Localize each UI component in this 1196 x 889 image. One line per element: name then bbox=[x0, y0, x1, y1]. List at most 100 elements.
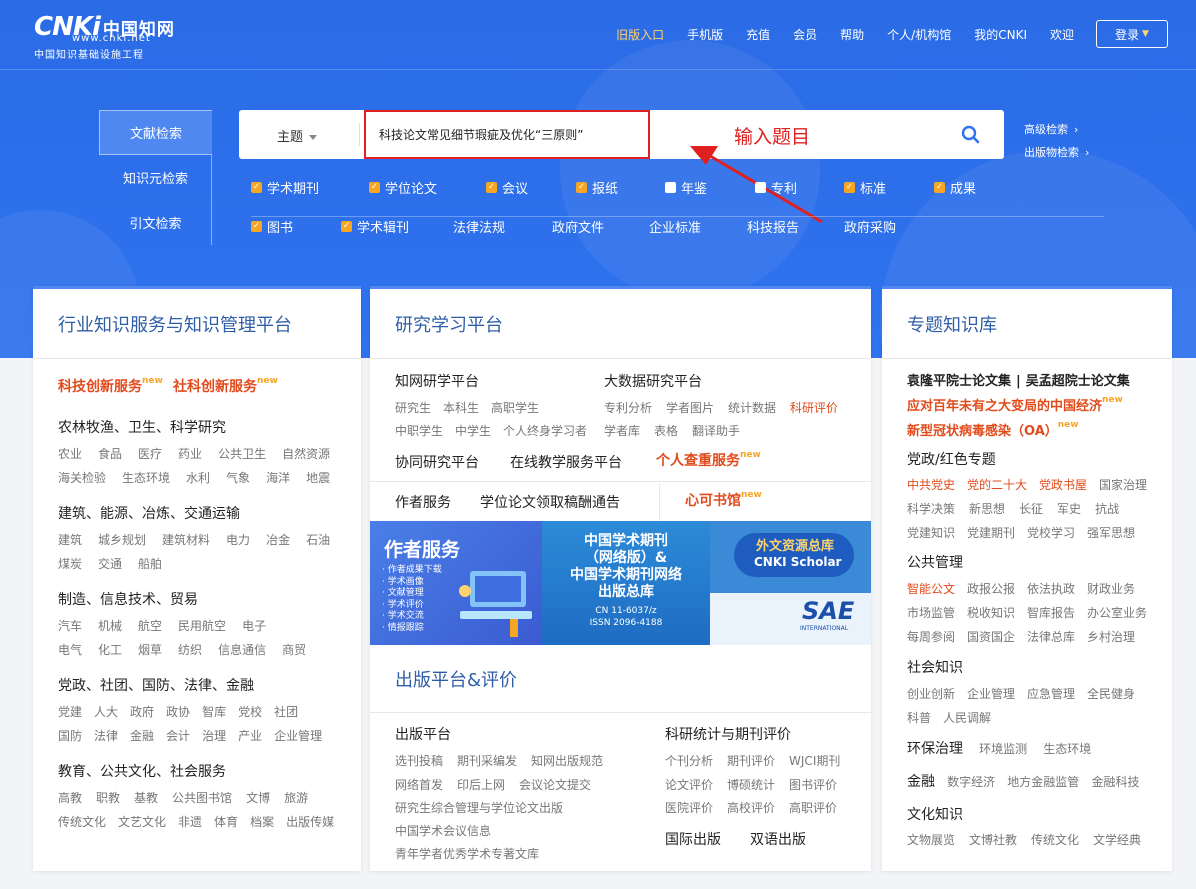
link[interactable]: 科普 bbox=[907, 711, 931, 725]
link[interactable]: 智库报告 bbox=[1027, 606, 1075, 620]
link[interactable]: 高职学生 bbox=[491, 401, 539, 415]
link[interactable]: 电力 bbox=[226, 533, 250, 547]
checkbox-books[interactable]: ✓ 图书 bbox=[251, 217, 293, 236]
checkbox-achievements[interactable]: ✓ 成果 bbox=[934, 178, 976, 197]
link[interactable]: 军史 bbox=[1057, 502, 1081, 516]
link[interactable]: 抗战 bbox=[1095, 502, 1119, 516]
link[interactable]: 党建期刊 bbox=[967, 526, 1015, 540]
bilingual-publishing-link[interactable]: 双语出版 bbox=[750, 829, 806, 849]
link[interactable]: 论文评价 bbox=[665, 778, 713, 792]
covid-topic-link[interactable]: 新型冠状病毒感染（OA） bbox=[907, 424, 1058, 439]
link[interactable]: 电气 bbox=[58, 643, 82, 657]
link[interactable]: 交通 bbox=[98, 557, 122, 571]
link[interactable]: 财政业务 bbox=[1087, 582, 1135, 596]
link[interactable]: 法律总库 bbox=[1027, 630, 1075, 644]
conference-info-link[interactable]: 中国学术会议信息 bbox=[395, 822, 491, 839]
link[interactable]: 选刊投稿 bbox=[395, 754, 443, 768]
link-gov-procurement[interactable]: 政府采购 bbox=[844, 217, 896, 236]
royalty-notice-link[interactable]: 学位论文领取稿酬通告 bbox=[480, 492, 620, 512]
social-knowledge-heading[interactable]: 社会知识 bbox=[907, 657, 963, 677]
author-service-banner[interactable]: 作者服务 · 作者成果下载 · 学术画像 · 文献管理 · 学术评价 · 学术交… bbox=[370, 521, 542, 645]
link[interactable]: 党的二十大 bbox=[967, 478, 1027, 492]
link[interactable]: 人民调解 bbox=[943, 711, 991, 725]
link[interactable]: 印后上网 bbox=[457, 778, 505, 792]
link[interactable]: 金融科技 bbox=[1091, 775, 1139, 789]
young-scholar-link[interactable]: 青年学者优秀学术专著文库 bbox=[395, 845, 539, 862]
link[interactable]: 国防 bbox=[58, 729, 82, 743]
link[interactable]: 人大 bbox=[94, 705, 118, 719]
checkbox-journals[interactable]: ✓ 学术期刊 bbox=[251, 178, 319, 197]
link[interactable]: 乡村治理 bbox=[1087, 630, 1135, 644]
link[interactable]: 应急管理 bbox=[1027, 687, 1075, 701]
link[interactable]: 信息通信 bbox=[218, 643, 266, 657]
link[interactable]: 数字经济 bbox=[947, 775, 995, 789]
link[interactable]: 高校评价 bbox=[727, 801, 775, 815]
link[interactable]: 建筑 bbox=[58, 533, 82, 547]
checkbox-dissertations[interactable]: ✓ 学位论文 bbox=[369, 178, 437, 197]
link[interactable]: 专利分析 bbox=[604, 401, 652, 415]
checkbox-conferences[interactable]: ✓ 会议 bbox=[486, 178, 528, 197]
publishing-heading[interactable]: 出版平台 bbox=[395, 724, 451, 744]
link[interactable]: 表格 bbox=[654, 424, 678, 438]
link[interactable]: 城乡规划 bbox=[98, 533, 146, 547]
link[interactable]: 政府 bbox=[130, 705, 154, 719]
link[interactable]: 统计数据 bbox=[728, 401, 776, 415]
link[interactable]: 职教 bbox=[96, 791, 120, 805]
link[interactable]: 地震 bbox=[306, 471, 330, 485]
link[interactable]: 商贸 bbox=[282, 643, 306, 657]
link[interactable]: 党校 bbox=[238, 705, 262, 719]
link[interactable]: 旅游 bbox=[284, 791, 308, 805]
collab-research-link[interactable]: 协同研究平台 bbox=[395, 452, 479, 472]
finance-heading[interactable]: 金融 bbox=[907, 774, 935, 790]
group-heading[interactable]: 农林牧渔、卫生、科学研究 bbox=[58, 417, 226, 437]
link[interactable]: 生态环境 bbox=[122, 471, 170, 485]
yuan-longping-link[interactable]: 袁隆平院士论文集 bbox=[907, 374, 1011, 389]
link[interactable]: 科学决策 bbox=[907, 502, 955, 516]
checkbox-patents[interactable]: 专利 bbox=[755, 178, 797, 197]
link[interactable]: 农业 bbox=[58, 447, 82, 461]
yanxue-heading[interactable]: 知网研学平台 bbox=[395, 371, 479, 391]
link[interactable]: 中共党史 bbox=[907, 478, 955, 492]
social-innovation-link[interactable]: 社科创新服务 bbox=[173, 379, 257, 395]
bigdata-heading[interactable]: 大数据研究平台 bbox=[604, 371, 702, 391]
link[interactable]: 会议论文提交 bbox=[519, 778, 591, 792]
link[interactable]: 船舶 bbox=[138, 557, 162, 571]
international-publishing-link[interactable]: 国际出版 bbox=[665, 829, 721, 849]
group-heading[interactable]: 制造、信息技术、贸易 bbox=[58, 589, 198, 609]
link[interactable]: 气象 bbox=[226, 471, 250, 485]
link[interactable]: 新思想 bbox=[969, 502, 1005, 516]
link[interactable]: 生态环境 bbox=[1043, 742, 1091, 756]
graduate-publishing-link[interactable]: 研究生综合管理与学位论文出版 bbox=[395, 799, 563, 816]
link[interactable]: 智库 bbox=[202, 705, 226, 719]
link[interactable]: 党建知识 bbox=[907, 526, 955, 540]
link[interactable]: 地方金融监管 bbox=[1007, 775, 1079, 789]
link[interactable]: 冶金 bbox=[266, 533, 290, 547]
link[interactable]: 医疗 bbox=[138, 447, 162, 461]
link[interactable]: 知网出版规范 bbox=[531, 754, 603, 768]
link[interactable]: WJCI期刊 bbox=[789, 754, 840, 768]
link[interactable]: 文博 bbox=[246, 791, 270, 805]
link[interactable]: 长征 bbox=[1019, 502, 1043, 516]
link[interactable]: 文博社教 bbox=[969, 833, 1017, 847]
link[interactable]: 机械 bbox=[98, 619, 122, 633]
party-heading[interactable]: 党政/红色专题 bbox=[907, 449, 996, 469]
link[interactable]: 网络首发 bbox=[395, 778, 443, 792]
link[interactable]: 社团 bbox=[274, 705, 298, 719]
link[interactable]: 强军思想 bbox=[1087, 526, 1135, 540]
link[interactable]: 纺织 bbox=[178, 643, 202, 657]
link[interactable]: 高教 bbox=[58, 791, 82, 805]
checkbox-standards[interactable]: ✓ 标准 bbox=[844, 178, 886, 197]
link[interactable]: 治理 bbox=[202, 729, 226, 743]
link[interactable]: 高职评价 bbox=[789, 801, 837, 815]
link[interactable]: 基教 bbox=[134, 791, 158, 805]
link[interactable]: 中学生 bbox=[455, 424, 491, 438]
link[interactable]: 学者库 bbox=[604, 424, 640, 438]
link[interactable]: 航空 bbox=[138, 619, 162, 633]
link[interactable]: 本科生 bbox=[443, 401, 479, 415]
economy-topic-link[interactable]: 应对百年未有之大变局的中国经济 bbox=[907, 399, 1102, 414]
checkbox-newspapers[interactable]: ✓ 报纸 bbox=[576, 178, 618, 197]
link[interactable]: 党政书屋 bbox=[1039, 478, 1087, 492]
link[interactable]: 传统文化 bbox=[1031, 833, 1079, 847]
link[interactable]: 博硕统计 bbox=[727, 778, 775, 792]
link[interactable]: 创业创新 bbox=[907, 687, 955, 701]
